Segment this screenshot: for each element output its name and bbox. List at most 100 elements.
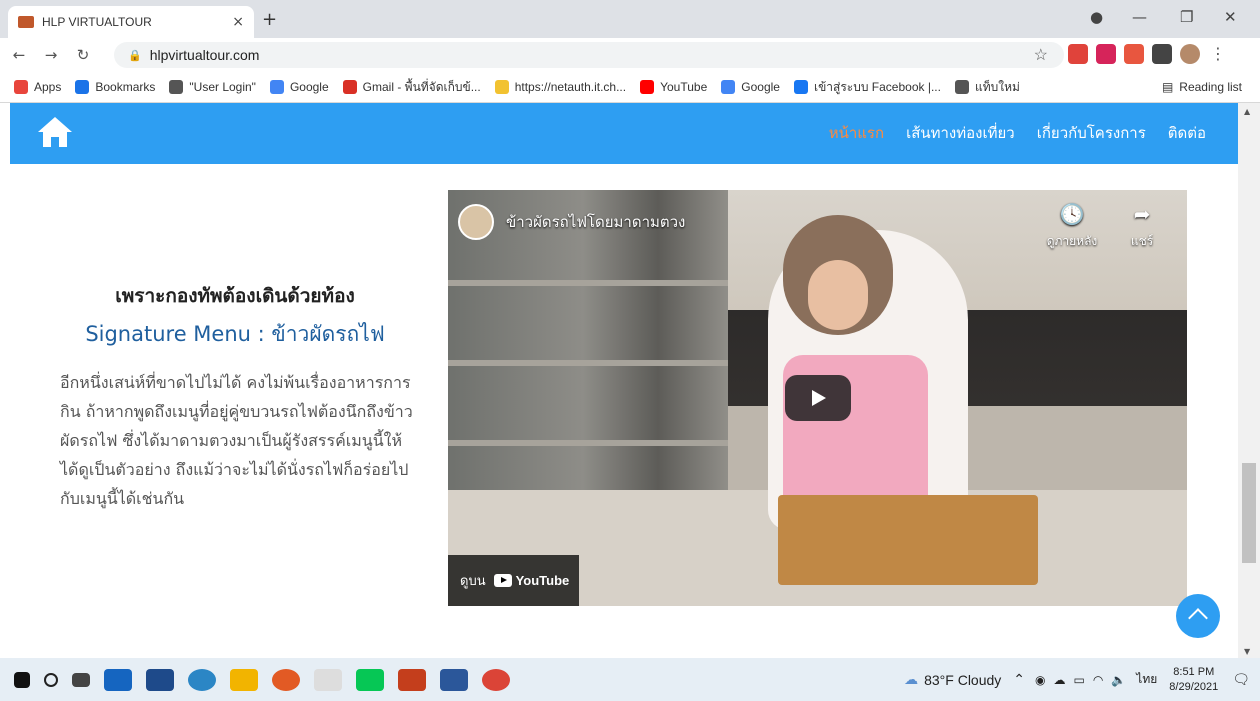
nav-link[interactable]: เกี่ยวกับโครงการ bbox=[1037, 121, 1146, 145]
watch-on-label: ดูบน bbox=[460, 574, 486, 589]
bookmark-label: Bookmarks bbox=[95, 80, 156, 94]
input-language[interactable]: ไทย bbox=[1136, 670, 1157, 689]
forward-icon[interactable]: → bbox=[38, 46, 64, 64]
clock-icon: 🕓 bbox=[1059, 202, 1085, 226]
video-cutting-board bbox=[778, 495, 1038, 585]
restore-icon[interactable]: ❐ bbox=[1180, 8, 1193, 26]
nav-link[interactable]: หน้าแรก bbox=[829, 121, 884, 145]
watch-on-youtube-button[interactable]: ดูบน YouTube bbox=[448, 555, 579, 606]
menu-kebab-icon[interactable]: ⋮ bbox=[1208, 44, 1228, 64]
tab-title: HLP VIRTUALTOUR bbox=[42, 15, 152, 29]
browser-chrome: HLP VIRTUALTOUR × + ● — ❐ ✕ ← → ↻ 🔒 hlpv… bbox=[0, 0, 1260, 103]
search-circle-icon[interactable] bbox=[44, 672, 58, 687]
video-title[interactable]: ข้าวผัดรถไฟโดยมาดามตวง bbox=[506, 210, 685, 234]
chrome-icon[interactable] bbox=[482, 668, 510, 691]
scroll-down-icon[interactable]: ▼ bbox=[1244, 647, 1250, 656]
close-tab-icon[interactable]: × bbox=[232, 14, 244, 30]
page-scrollbar[interactable]: ▲ ▼ bbox=[1238, 103, 1260, 658]
dropbox-icon[interactable] bbox=[146, 668, 174, 691]
file-explorer-icon[interactable] bbox=[230, 668, 258, 691]
globe-icon bbox=[954, 80, 969, 94]
play-button[interactable] bbox=[785, 375, 851, 421]
scroll-up-icon[interactable]: ▲ bbox=[1244, 107, 1250, 116]
mail-app-icon[interactable] bbox=[104, 668, 132, 691]
onedrive-icon[interactable]: ☁ bbox=[1054, 673, 1066, 687]
meet-now-icon[interactable]: ◉ bbox=[1035, 673, 1045, 687]
close-window-icon[interactable]: ✕ bbox=[1224, 8, 1237, 26]
bookmark-item[interactable]: Gmail - พื้นที่จัดเก็บข้... bbox=[342, 78, 481, 97]
scroll-to-top-button[interactable] bbox=[1176, 594, 1220, 638]
google-icon bbox=[269, 80, 284, 94]
apps-grid-icon bbox=[14, 80, 28, 94]
reading-list-button[interactable]: ▤ Reading list bbox=[1162, 80, 1242, 94]
bookmark-item[interactable]: Google bbox=[269, 80, 329, 94]
wifi-icon[interactable]: ◠ bbox=[1093, 673, 1103, 687]
word-icon[interactable] bbox=[440, 668, 468, 691]
notifications-icon[interactable]: 🗨 bbox=[1232, 671, 1250, 688]
amazon-icon[interactable] bbox=[314, 668, 342, 691]
youtube-embed[interactable]: ข้าวผัดรถไฟโดยมาดามตวง 🕓 ดูภายหลัง ➦ แชร… bbox=[448, 190, 1187, 606]
url-text: hlpvirtualtour.com bbox=[149, 47, 260, 63]
browser-toolbar: ← → ↻ 🔒 hlpvirtualtour.com ☆ ⋮ bbox=[0, 38, 1260, 72]
google-icon bbox=[721, 80, 736, 94]
watch-later-button[interactable]: 🕓 ดูภายหลัง bbox=[1042, 202, 1102, 251]
firefox-icon[interactable] bbox=[272, 668, 300, 691]
bookmark-item[interactable]: Bookmarks bbox=[75, 80, 155, 94]
bookmark-item[interactable]: Google bbox=[721, 80, 780, 94]
scrollbar-thumb[interactable] bbox=[1242, 463, 1256, 563]
video-extension-icon[interactable] bbox=[1096, 44, 1116, 64]
browser-tab[interactable]: HLP VIRTUALTOUR × bbox=[8, 6, 254, 38]
tray-expand-icon[interactable]: ⌃ bbox=[1013, 671, 1025, 688]
volume-icon[interactable]: 🔈 bbox=[1111, 673, 1126, 687]
share-button[interactable]: ➦ แชร์ bbox=[1112, 202, 1172, 251]
tab-strip: HLP VIRTUALTOUR × + ● — ❐ ✕ bbox=[0, 0, 1260, 38]
reading-list-icon: ▤ bbox=[1161, 80, 1174, 94]
bookmark-item[interactable]: YouTube bbox=[640, 80, 707, 94]
facebook-icon bbox=[793, 80, 808, 94]
bookmark-label: Google bbox=[741, 80, 780, 94]
globe-icon bbox=[169, 80, 184, 94]
task-view-icon[interactable] bbox=[72, 672, 90, 687]
minimize-icon[interactable]: — bbox=[1132, 8, 1147, 26]
weather-text[interactable]: 83°F Cloudy bbox=[924, 672, 1001, 688]
bookmark-item[interactable]: Apps bbox=[14, 80, 61, 94]
line-app-icon[interactable] bbox=[356, 668, 384, 691]
profile-avatar-icon[interactable] bbox=[1180, 44, 1200, 64]
bookmark-label: https://netauth.it.ch... bbox=[514, 80, 627, 94]
powerpoint-icon[interactable] bbox=[398, 668, 426, 691]
bookmark-item[interactable]: "User Login" bbox=[169, 80, 256, 94]
site-navbar: หน้าแรก เส้นทางท่องเที่ยว เกี่ยวกับโครงการ… bbox=[10, 103, 1238, 164]
home-icon[interactable] bbox=[36, 115, 74, 149]
video-shelf bbox=[448, 280, 748, 286]
video-shelf bbox=[448, 440, 748, 446]
site-menu: หน้าแรก เส้นทางท่องเที่ยว เกี่ยวกับโครงการ… bbox=[829, 121, 1206, 145]
extensions-puzzle-icon[interactable] bbox=[1152, 44, 1172, 64]
bookmark-star-icon[interactable]: ☆ bbox=[1034, 45, 1048, 65]
channel-avatar[interactable] bbox=[458, 204, 494, 240]
video-title-bar[interactable]: ข้าวผัดรถไฟโดยมาดามตวง bbox=[458, 204, 685, 240]
bookmark-label: เข้าสู่ระบบ Facebook |... bbox=[813, 79, 941, 94]
nav-link[interactable]: เส้นทางท่องเที่ยว bbox=[906, 121, 1015, 145]
bookmark-label: Apps bbox=[34, 80, 62, 94]
edge-browser-icon[interactable] bbox=[188, 668, 216, 691]
bookmark-item[interactable]: แท็บใหม่ bbox=[954, 78, 1020, 97]
new-tab-button[interactable]: + bbox=[262, 9, 277, 30]
section-heading: เพราะกองทัพต้องเดินด้วยท้อง bbox=[115, 285, 355, 307]
tool-extension-icon[interactable] bbox=[1124, 44, 1144, 64]
bookmark-item[interactable]: https://netauth.it.ch... bbox=[494, 80, 627, 94]
start-windows-icon[interactable] bbox=[14, 671, 30, 688]
clock[interactable]: 8:51 PM 8/29/2021 bbox=[1169, 665, 1218, 695]
clock-date: 8/29/2021 bbox=[1169, 680, 1219, 693]
bookmark-item[interactable]: เข้าสู่ระบบ Facebook |... bbox=[793, 78, 941, 97]
bookmark-label: แท็บใหม่ bbox=[974, 79, 1020, 94]
adblock-extension-icon[interactable] bbox=[1068, 44, 1088, 64]
reload-icon[interactable]: ↻ bbox=[70, 46, 96, 64]
battery-icon[interactable]: ▭ bbox=[1074, 673, 1085, 687]
bookmark-label: "User Login" bbox=[189, 80, 256, 94]
back-icon[interactable]: ← bbox=[6, 46, 32, 64]
address-bar[interactable]: 🔒 hlpvirtualtour.com ☆ bbox=[114, 42, 1064, 68]
nav-link[interactable]: ติดต่อ bbox=[1168, 121, 1206, 145]
profile-icon[interactable]: ● bbox=[1090, 8, 1103, 26]
bookmarks-bar: Apps Bookmarks "User Login" Google Gmail - พ… bbox=[0, 72, 1260, 103]
section-paragraph: อีกหนึ่งเสน่ห์ที่ขาดไปไม่ได้ คงไม่พ้นเรื… bbox=[60, 373, 413, 508]
